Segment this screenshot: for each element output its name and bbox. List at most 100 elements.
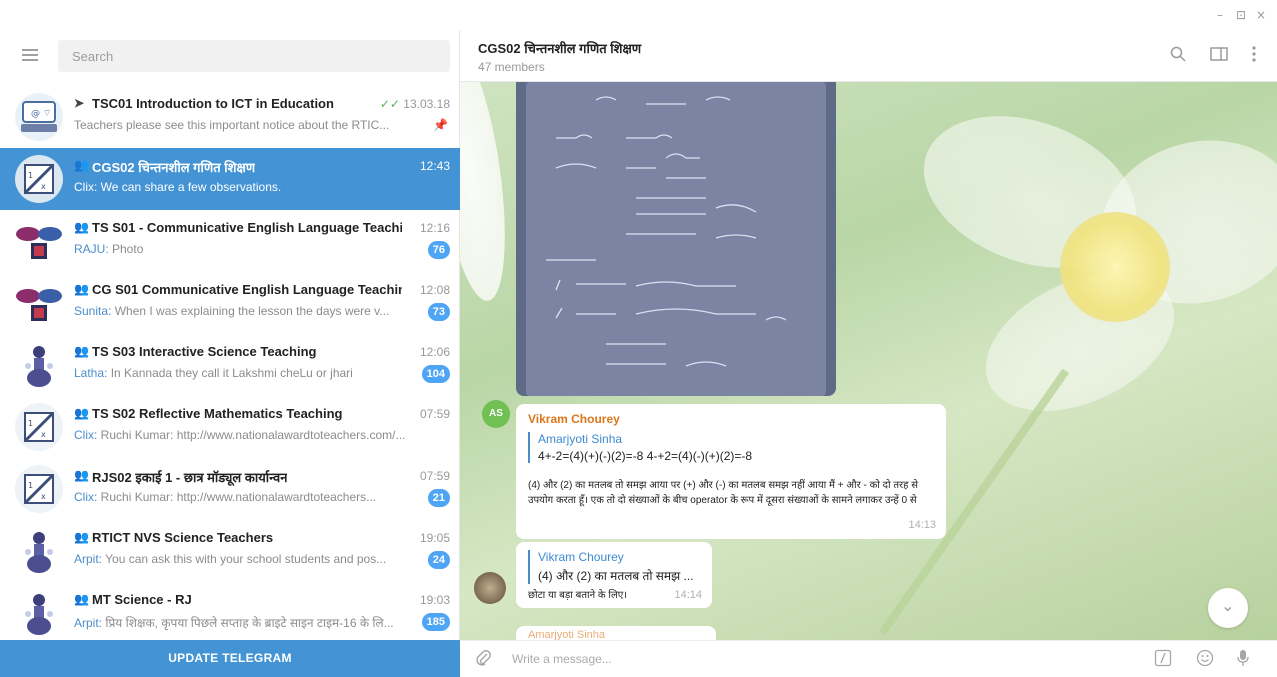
message-time: 14:13 <box>908 519 936 531</box>
chat-preview: Latha: In Kannada they call it Lakshmi c… <box>74 366 353 380</box>
emoji-icon[interactable] <box>1196 649 1214 672</box>
chat-time: 19:03 <box>419 593 450 607</box>
scroll-down-button[interactable]: ⌄ <box>1208 588 1248 628</box>
menu-icon[interactable] <box>22 49 38 61</box>
message-sender[interactable]: Vikram Chourey <box>528 412 620 426</box>
chat-item-ts-s03[interactable]: 👥 TS S03 Interactive Science Teaching 12… <box>0 334 460 396</box>
command-icon[interactable] <box>1154 649 1172 672</box>
chat-name: RJS02 इकाई 1 - छात्र मॉड्यूल कार्यान्वन <box>92 470 288 485</box>
chat-preview: Sunita: When I was explaining the lesson… <box>74 304 390 318</box>
message-text: (4) और (2) का मतलब तो समझ आया पर (+) और … <box>528 480 918 506</box>
more-options-icon[interactable] <box>1252 46 1256 67</box>
chat-time: 12:08 <box>419 283 450 297</box>
chat-item-rjs02[interactable]: 1x 👥 RJS02 इकाई 1 - छात्र मॉड्यूल कार्या… <box>0 458 460 520</box>
chat-avatar-speech <box>16 289 62 321</box>
restore-button[interactable]: ⊡ <box>1236 8 1246 22</box>
unread-badge: 73 <box>427 303 450 321</box>
svg-text:x: x <box>41 182 46 191</box>
chat-avatar-computer: @ ⌔ <box>15 93 63 141</box>
svg-text:1: 1 <box>28 419 33 428</box>
title-bar: – ⊡ × <box>0 0 1277 30</box>
chat-item-tsc01[interactable]: @ ⌔ ➤ TSC01 Introduction to ICT in Educa… <box>0 86 460 148</box>
chat-time: ✓✓ 13.03.18 <box>379 97 450 111</box>
group-icon: 👥 <box>74 468 89 482</box>
math-notebook-photo[interactable] <box>516 82 836 396</box>
group-icon: 👥 <box>74 406 89 420</box>
svg-text:@ ⌔: @ ⌔ <box>31 109 51 119</box>
svg-text:1: 1 <box>28 171 33 180</box>
chat-name: TS S01 - Communicative English Language … <box>92 220 402 235</box>
chat-item-ts-s01[interactable]: 👥 TS S01 - Communicative English Languag… <box>0 210 460 272</box>
chat-name: CG S01 Communicative English Language Te… <box>92 282 402 297</box>
search-input[interactable]: Search <box>58 40 450 72</box>
chat-avatar-science <box>25 594 53 635</box>
group-icon: 👥 <box>74 592 89 606</box>
flower-center-decoration <box>1060 212 1170 322</box>
unread-badge: 76 <box>427 241 450 259</box>
reply-author: Amarjyoti Sinha <box>538 432 623 446</box>
avatar[interactable] <box>474 572 506 604</box>
svg-text:x: x <box>41 430 46 439</box>
conversation-title[interactable]: CGS02 चिन्तनशील गणित शिक्षण <box>478 39 641 57</box>
reply-quote[interactable]: Vikram Chourey (4) और (2) का मतलब तो समझ… <box>528 550 694 584</box>
chat-item-rtict[interactable]: 👥 RTICT NVS Science Teachers 19:05 Arpit… <box>0 520 460 582</box>
flower-petal-decoration <box>460 82 518 305</box>
search-placeholder: Search <box>72 49 114 64</box>
sidebar-toggle-icon[interactable] <box>1210 46 1228 67</box>
search-icon[interactable] <box>1170 46 1186 67</box>
message-input[interactable]: Write a message... <box>512 652 612 666</box>
reply-text: (4) और (2) का मतलब तो समझ ... <box>538 569 694 583</box>
reply-quote[interactable]: Amarjyoti Sinha 4+-2=(4)(+)(-)(2)=-8 4-+… <box>528 432 752 463</box>
message-bubble: Amarjyoti Sinha <box>516 626 716 640</box>
chat-preview: Clix: Ruchi Kumar: http://www.nationalaw… <box>74 428 406 442</box>
close-button[interactable]: × <box>1256 8 1266 22</box>
reply-text: 4+-2=(4)(+)(-)(2)=-8 4-+2=(4)(-)(+)(2)=-… <box>538 449 753 463</box>
chat-list-panel: Search @ ⌔ ➤ TSC01 Introduction to ICT i… <box>0 30 460 677</box>
sidebar-header: Search <box>0 30 460 86</box>
handwriting-image <box>546 96 787 367</box>
megaphone-icon: ➤ <box>74 96 85 110</box>
message-text: छोटा या बड़ा बताने के लिए। <box>528 590 628 601</box>
chat-preview: Arpit: प्रिय शिक्षक, कृपया पिछले सप्ताह … <box>74 616 394 630</box>
chat-name: TS S03 Interactive Science Teaching <box>92 344 317 359</box>
chat-avatar-science <box>25 346 53 387</box>
chat-time: 12:43 <box>419 159 450 173</box>
update-telegram-button[interactable]: UPDATE TELEGRAM <box>0 640 460 677</box>
chat-avatar-science <box>25 532 53 573</box>
minimize-button[interactable]: – <box>1217 8 1223 22</box>
conversation-panel: CGS02 चिन्तनशील गणित शिक्षण 47 members A… <box>460 30 1277 677</box>
group-icon: 👥 <box>74 282 89 296</box>
unread-badge: 104 <box>421 365 450 383</box>
chat-item-cgs02[interactable]: 1x 👥 CGS02 चिन्तनशील गणित शिक्षण 12:43 C… <box>0 148 460 210</box>
chat-item-mt-science[interactable]: 👥 MT Science - RJ 19:03 Arpit: प्रिय शिक… <box>0 582 460 644</box>
group-icon: 👥 <box>74 530 89 544</box>
message-bubble: Vikram Chourey Amarjyoti Sinha 4+-2=(4)(… <box>516 404 946 539</box>
chat-avatar-speech <box>16 227 62 259</box>
chat-name: TSC01 Introduction to ICT in Education <box>92 96 334 111</box>
avatar[interactable]: AS <box>482 400 510 428</box>
message-sender: Amarjyoti Sinha <box>528 629 606 640</box>
chat-time: 07:59 <box>419 469 450 483</box>
chat-name: CGS02 चिन्तनशील गणित शिक्षण <box>92 160 256 175</box>
chat-avatar-math: 1x <box>15 155 63 203</box>
chat-time: 12:16 <box>419 221 450 235</box>
chat-preview: Clix: Ruchi Kumar: http://www.nationalaw… <box>74 490 377 504</box>
svg-text:1: 1 <box>28 481 33 490</box>
chat-preview: Arpit: You can ask this with your school… <box>74 552 387 566</box>
chat-avatar-math: 1x <box>15 465 63 513</box>
group-icon: 👥 <box>74 220 89 234</box>
pin-icon: 📌 <box>433 118 448 132</box>
chat-preview: Teachers please see this important notic… <box>74 118 390 132</box>
read-check-icon: ✓✓ <box>379 97 400 111</box>
chat-time: 19:05 <box>419 531 450 545</box>
chat-list: @ ⌔ ➤ TSC01 Introduction to ICT in Educa… <box>0 86 460 644</box>
attach-icon[interactable] <box>476 649 492 672</box>
chat-name: RTICT NVS Science Teachers <box>92 530 274 545</box>
chat-item-cg-s01[interactable]: 👥 CG S01 Communicative English Language … <box>0 272 460 334</box>
mic-icon[interactable] <box>1236 649 1250 672</box>
chat-item-ts-s02[interactable]: 1x 👥 TS S02 Reflective Mathematics Teach… <box>0 396 460 458</box>
unread-badge: 24 <box>427 551 450 569</box>
chat-time: 12:06 <box>419 345 450 359</box>
members-count: 47 members <box>478 60 545 74</box>
unread-badge: 21 <box>427 489 450 507</box>
